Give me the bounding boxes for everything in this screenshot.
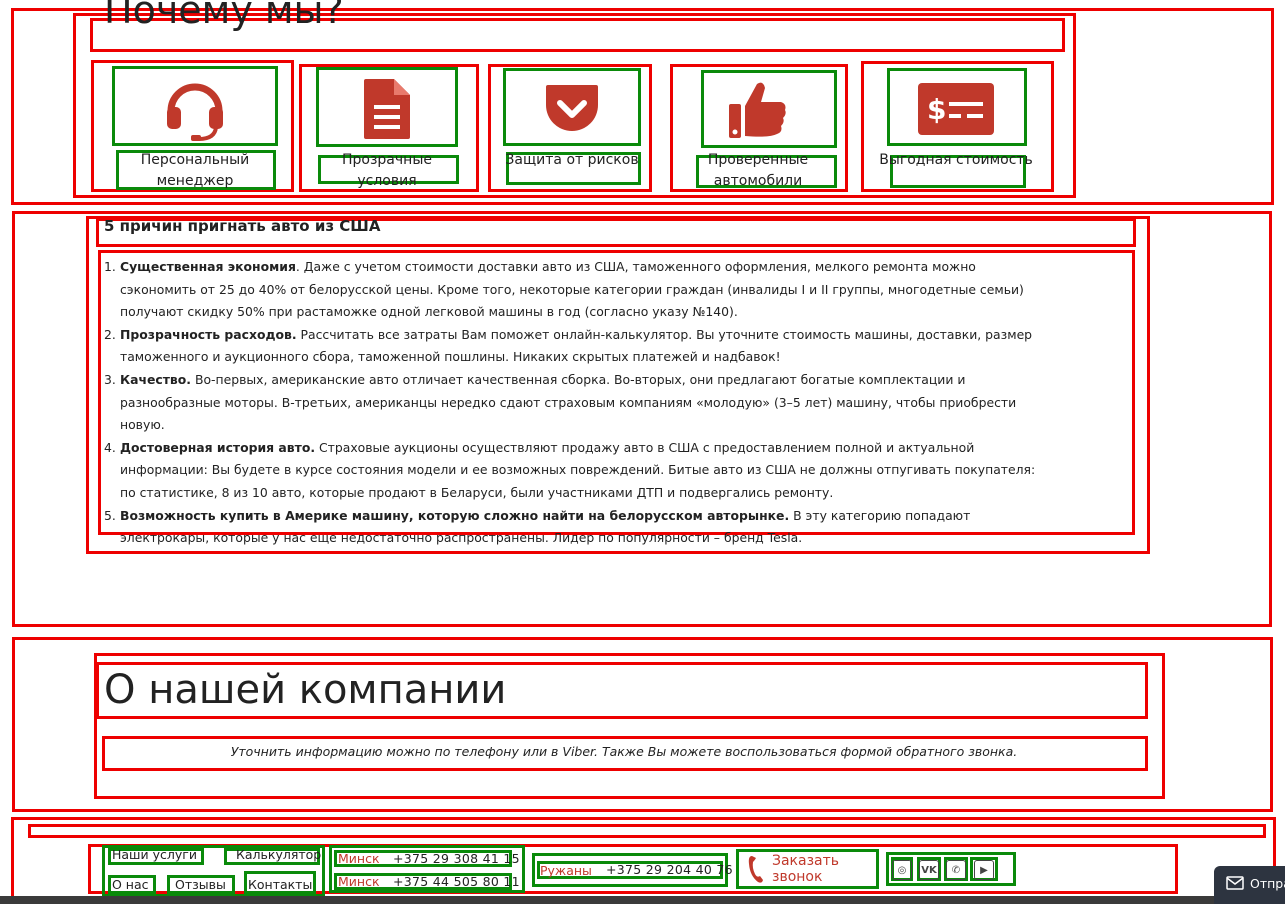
pocket-shield-icon <box>546 85 598 131</box>
callback-label: Заказать звонок <box>772 853 840 885</box>
dollar-card-icon: $ <box>918 83 994 135</box>
feature-price: $ Выгодная стоимость <box>876 60 1036 192</box>
list-item: 4. Достоверная история авто. Страховые ау… <box>104 439 1036 500</box>
thumbs-up-icon <box>729 82 786 138</box>
feature-label: Выгодная стоимость <box>879 152 1033 168</box>
phone-number-2[interactable]: +375 44 505 80 11 <box>393 874 520 889</box>
send-message-button[interactable]: Отпра <box>1214 866 1285 904</box>
feature-verified: Проверенные автомобили <box>688 60 828 192</box>
feature-label: Персональный менеджер <box>140 152 250 189</box>
list-item: 2. Прозрачность расходов. Рассчитать все … <box>104 326 1033 365</box>
viber-icon[interactable]: ✆ <box>946 860 966 880</box>
page-bottom-bar <box>0 896 1285 904</box>
feature-terms: Прозрачные условия <box>316 60 458 192</box>
svg-text:$: $ <box>927 93 946 126</box>
footer-link-calculator[interactable]: Калькулятор <box>236 847 321 862</box>
phone-number-3[interactable]: +375 29 204 40 76 <box>606 862 733 877</box>
headset-icon <box>167 83 223 141</box>
phone-city-2: Минск <box>338 874 380 889</box>
about-title: О нашей компании <box>104 667 507 713</box>
reasons-list: 1. Существенная экономия. Даже с учетом с… <box>104 256 1049 550</box>
vk-icon[interactable]: VK <box>919 860 939 880</box>
phone-city-1: Минск <box>338 851 380 866</box>
phone-icon <box>748 856 763 883</box>
footer-link-about[interactable]: О нас <box>112 877 149 892</box>
phone-number-1[interactable]: +375 29 308 41 15 <box>393 851 520 866</box>
send-label: Отпра <box>1250 876 1285 891</box>
reasons-title: 5 причин пригнать авто из США <box>104 217 381 235</box>
feature-label: Прозрачные условия <box>342 152 432 189</box>
footer-divider <box>28 824 1266 838</box>
feature-label: Проверенные автомобили <box>707 152 809 189</box>
youtube-icon[interactable]: ▶ <box>974 860 994 880</box>
list-item: 5. Возможность купить в Америке машину, к… <box>104 507 971 546</box>
footer-link-contacts[interactable]: Контакты <box>248 877 312 892</box>
footer-link-reviews[interactable]: Отзывы <box>175 877 226 892</box>
why-us-title: Почему мы? <box>104 0 344 32</box>
instagram-icon[interactable]: ◎ <box>892 860 912 880</box>
feature-label: Защита от рисков <box>505 152 639 168</box>
callback-button[interactable]: Заказать звонок <box>740 852 876 886</box>
feature-manager: Персональный менеджер <box>112 60 278 192</box>
list-item: 3. Качество. Во-первых, американские авто… <box>104 371 1017 433</box>
feature-protection: Защита от рисков <box>503 60 641 192</box>
list-item: 1. Существенная экономия. Даже с учетом с… <box>104 259 1024 320</box>
document-icon <box>364 79 410 139</box>
phone-city-3: Ружаны <box>540 863 592 878</box>
about-text: Уточнить информацию можно по телефону ил… <box>230 744 1018 759</box>
footer-link-services[interactable]: Наши услуги <box>112 847 197 862</box>
mail-icon <box>1226 876 1244 890</box>
